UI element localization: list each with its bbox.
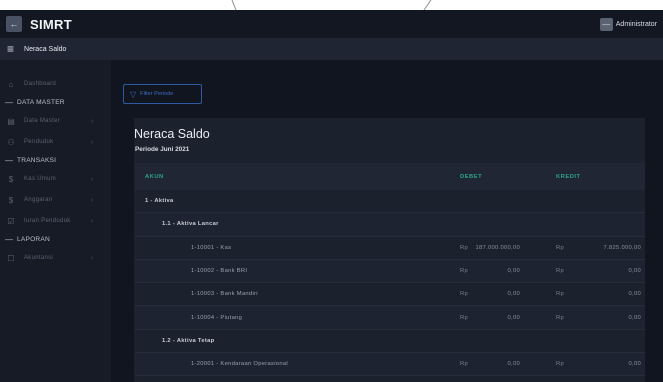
currency-label: Rp (460, 314, 469, 321)
currency-label: Rp (460, 268, 469, 275)
debit-amount: 0,00 (507, 268, 520, 275)
top-decoration (0, 0, 663, 10)
page-title: Neraca Saldo (134, 127, 210, 141)
debit-amount: 0,00 (507, 291, 520, 298)
filter-label: Filter Periode (140, 91, 174, 97)
currency-label: Rp (556, 291, 565, 298)
column-header-akun[interactable]: AKUN (145, 174, 164, 180)
chevron-right-icon: › (91, 196, 94, 204)
credit-amount: 0,00 (628, 291, 641, 298)
section-dash: — (5, 234, 13, 244)
breadcrumb-title: Neraca Saldo (24, 45, 67, 53)
account-name: 1-10001 - Kas (191, 244, 232, 251)
users-icon: ⚇ (7, 137, 15, 147)
table-row: 1-10004 - Piutang Rp 0,00 Rp 0,00 (135, 306, 645, 330)
menu-toggle-icon[interactable]: ≡ (7, 43, 14, 55)
currency-label: Rp (556, 268, 565, 275)
table-row: 1-10003 - Bank Mandiri Rp 0,00 Rp 0,00 (135, 283, 645, 307)
main-content: ▽ Filter Periode Neraca Saldo Periode Ju… (111, 60, 663, 382)
table-group-row: 1 - Aktiva (135, 190, 645, 214)
sidebar-section-header: — DATA MASTER (0, 96, 111, 108)
ledger-table: AKUN DEBET KREDIT 1 - Aktiva 1.1 - Aktiva… (135, 163, 645, 382)
section-dash: — (5, 97, 13, 107)
table-body: 1 - Aktiva 1.1 - Aktiva Lancar 1-10001 - K… (135, 190, 645, 382)
credit-amount: 7.825.000,00 (603, 244, 641, 251)
debit-amount: 187.000.000,00 (475, 244, 520, 251)
currency-label: Rp (556, 314, 565, 321)
report-card: Neraca Saldo Periode Juni 2021 AKUN DEBE… (134, 118, 645, 382)
sidebar-item-kas-umum[interactable]: $ Kas Umum › (0, 171, 111, 187)
sidebar-section-header: — TRANSAKSI (0, 154, 111, 166)
breadcrumb-bar: ≡ Neraca Saldo (0, 38, 663, 60)
user-name: Administrator (615, 20, 657, 28)
sidebar-item-label: Penduduk (24, 139, 54, 145)
sidebar: ⌂ Dashboard — DATA MASTER ▤ Data Master › ⚇ Pend… (0, 60, 111, 382)
sidebar-item-label: Data Master (24, 118, 60, 124)
chevron-right-icon: › (91, 254, 94, 262)
table-group-row: 1.1 - Aktiva Lancar (135, 213, 645, 237)
table-row: 1-20001 - Kendaraan Operasional Rp 0,00 Rp 0… (135, 353, 645, 377)
page-subtitle: Periode Juni 2021 (135, 146, 190, 153)
sidebar-item-iuran-penduduk[interactable]: ☑ Iuran Penduduk › (0, 213, 111, 229)
sidebar-item-dashboard[interactable]: ⌂ Dashboard (0, 76, 111, 92)
database-icon: ▤ (7, 116, 15, 126)
sidebar-item-label: Akuntansi (24, 255, 54, 261)
account-name: 1-10003 - Bank Mandiri (191, 291, 258, 298)
debit-amount: 0,00 (507, 361, 520, 368)
table-row: 1-10001 - Kas Rp 187.000.000,00 Rp 7.825.000… (135, 237, 645, 260)
credit-amount: 0,00 (628, 361, 641, 368)
app-name[interactable]: SIMRT (30, 17, 72, 32)
top-navbar: ← SIMRT — Administrator (0, 10, 663, 38)
back-icon[interactable]: ← (6, 16, 22, 32)
dollar-icon: $ (8, 174, 14, 184)
account-name: 1-10004 - Piutang (191, 314, 243, 321)
dollar-icon: $ (8, 195, 14, 205)
table-row: 1-20002 - Akumulasi Penyusutan Kendaraan… (135, 376, 645, 382)
monitor-icon: ☐ (7, 253, 15, 263)
section-label: LAPORAN (17, 235, 50, 243)
currency-label: Rp (460, 361, 469, 368)
column-header-kredit[interactable]: KREDIT (556, 174, 581, 180)
account-name: 1 - Aktiva (145, 198, 174, 205)
sidebar-item-penduduk[interactable]: ⚇ Penduduk › (0, 134, 111, 150)
check-square-icon: ☑ (7, 216, 15, 226)
sidebar-item-label: Iuran Penduduk (24, 218, 71, 224)
account-name: 1.1 - Aktiva Lancar (162, 221, 219, 228)
account-name: 1-20001 - Kendaraan Operasional (191, 361, 288, 368)
column-header-debet[interactable]: DEBET (460, 174, 482, 180)
filter-period-button[interactable]: ▽ Filter Periode (123, 84, 202, 104)
credit-amount: 0,00 (628, 268, 641, 275)
sidebar-item-label: Dashboard (24, 81, 57, 87)
currency-label: Rp (460, 244, 469, 251)
credit-amount: 0,00 (628, 314, 641, 321)
user-avatar-icon: — (599, 17, 613, 31)
table-row: 1-10002 - Bank BRI Rp 0,00 Rp 0,00 (135, 259, 645, 284)
table-group-row: 1.2 - Aktiva Tetap (135, 330, 645, 354)
chevron-right-icon: › (91, 138, 94, 146)
filter-icon: ▽ (130, 89, 137, 99)
section-dash: — (5, 155, 13, 165)
chevron-right-icon: › (91, 217, 94, 225)
chevron-right-icon: › (91, 175, 94, 183)
chevron-right-icon: › (91, 117, 94, 125)
sidebar-item-data-master[interactable]: ▤ Data Master › (0, 113, 111, 129)
sidebar-section-header: — LAPORAN (0, 233, 111, 245)
account-name: 1.2 - Aktiva Tetap (162, 337, 215, 344)
table-header: AKUN DEBET KREDIT (135, 163, 645, 190)
currency-label: Rp (556, 361, 565, 368)
home-icon: ⌂ (8, 79, 14, 89)
user-menu[interactable]: — Administrator (599, 17, 657, 31)
sidebar-item-anggaran[interactable]: $ Anggaran › (0, 192, 111, 208)
currency-label: Rp (460, 291, 469, 298)
account-name: 1-10002 - Bank BRI (191, 268, 248, 275)
section-label: DATA MASTER (17, 98, 65, 106)
section-label: TRANSAKSI (17, 156, 57, 164)
currency-label: Rp (556, 244, 565, 251)
sidebar-item-label: Kas Umum (24, 176, 57, 182)
sidebar-item-label: Anggaran (24, 197, 53, 203)
debit-amount: 0,00 (507, 314, 520, 321)
sidebar-item-akuntansi[interactable]: ☐ Akuntansi › (0, 250, 111, 266)
